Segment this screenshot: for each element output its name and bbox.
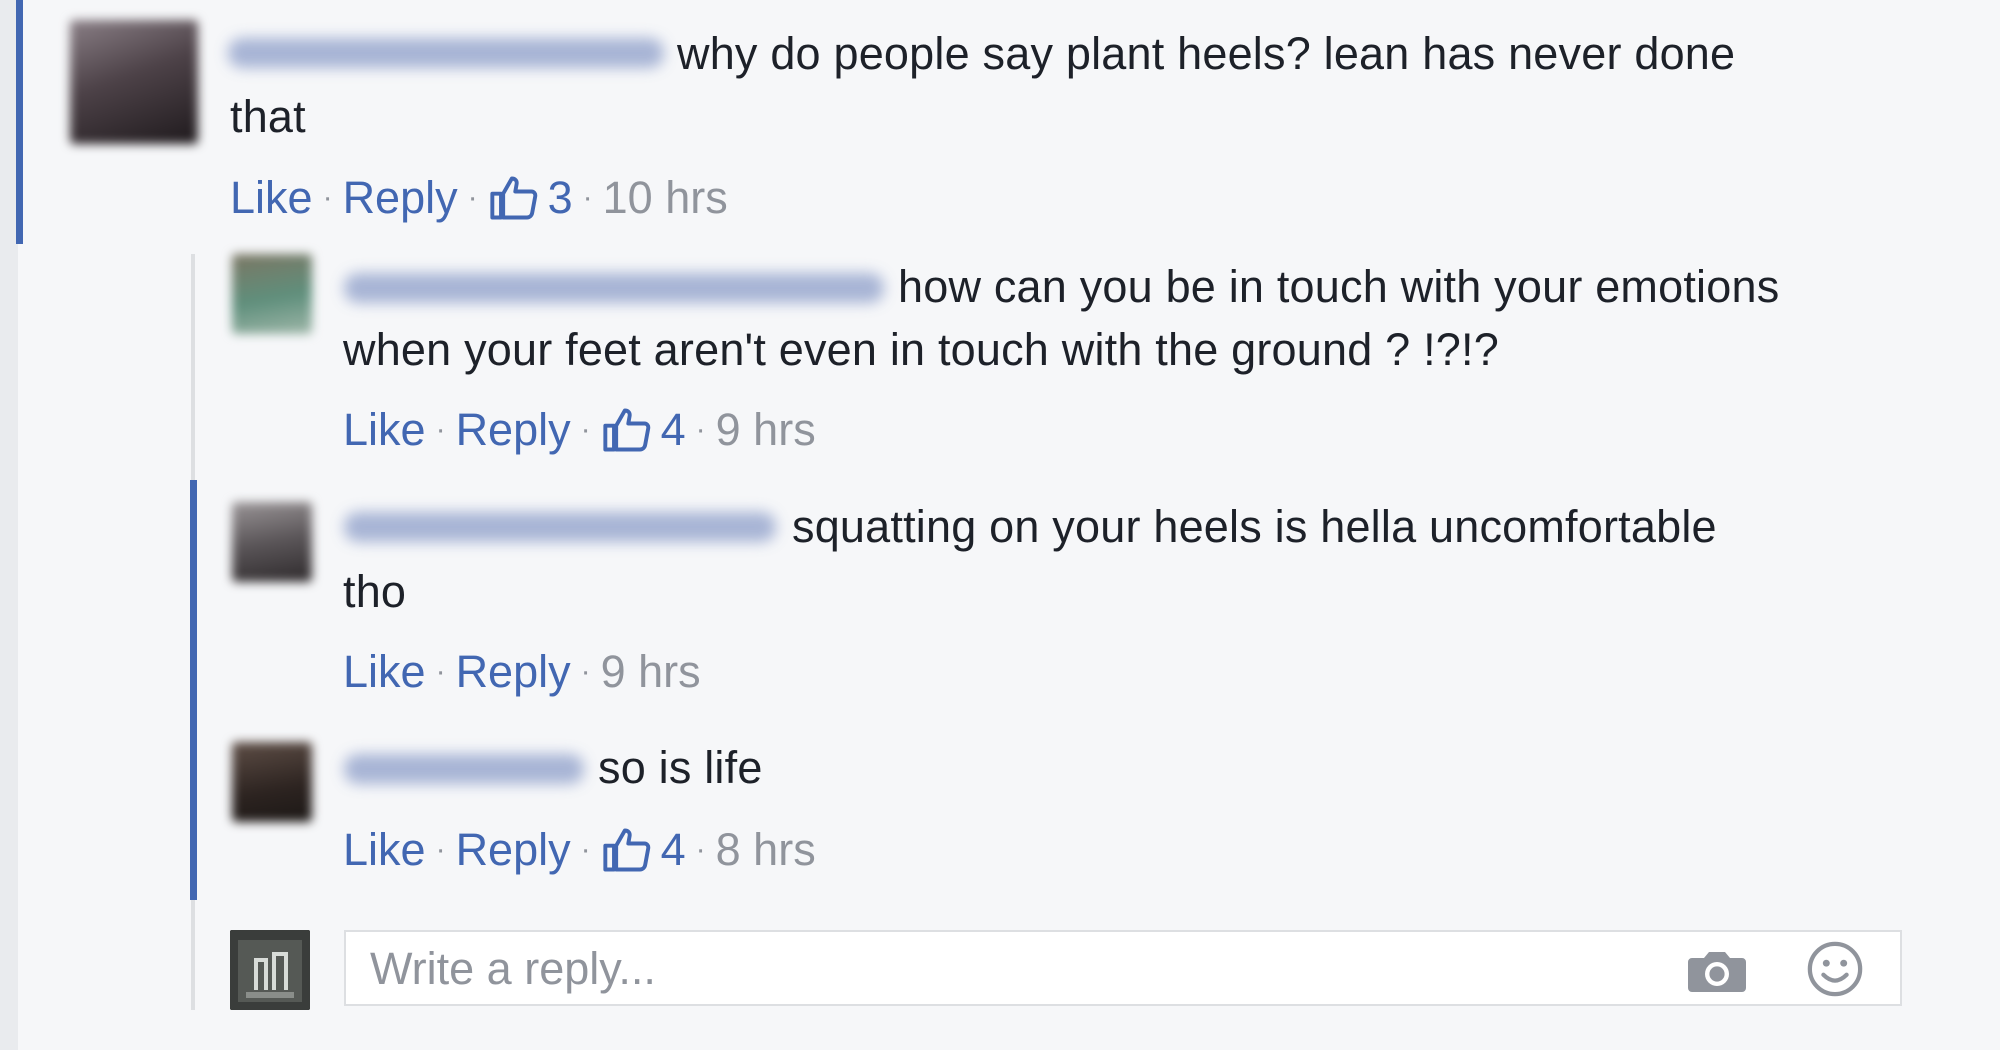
timestamp[interactable]: 8 hrs <box>716 822 816 878</box>
avatar[interactable] <box>70 20 198 144</box>
reply-button[interactable]: Reply <box>456 822 571 878</box>
comment-text: how can you be in touch with your emotio… <box>898 261 1780 312</box>
reply-button[interactable]: Reply <box>343 170 458 226</box>
current-user-avatar <box>230 930 310 1010</box>
thumbs-up-icon <box>490 176 537 220</box>
author-name[interactable] <box>344 512 776 542</box>
like-count[interactable]: 4 <box>601 822 686 878</box>
like-count-value: 4 <box>660 404 686 455</box>
comment-text-continued: tho <box>343 566 407 617</box>
avatar[interactable] <box>232 742 312 822</box>
like-count-value: 4 <box>660 824 686 875</box>
like-button[interactable]: Like <box>343 644 426 700</box>
reply-composer[interactable] <box>344 930 1902 1006</box>
separator: · <box>580 413 591 446</box>
avatar[interactable] <box>232 254 312 334</box>
comment-actions: Like · Reply · 4 · 9 hrs <box>343 402 816 458</box>
like-button[interactable]: Like <box>343 822 426 878</box>
separator: · <box>322 181 333 214</box>
comment-text: so is life <box>598 742 763 793</box>
author-name[interactable] <box>228 38 664 68</box>
comment-actions: Like · Reply · 9 hrs <box>343 644 701 700</box>
separator: · <box>435 655 446 688</box>
like-button[interactable]: Like <box>343 402 426 458</box>
avatar-image <box>230 930 310 1010</box>
thumbs-up-icon <box>603 408 650 452</box>
comment-actions: Like · Reply · 3 · 10 hrs <box>230 170 728 226</box>
emoji-icon[interactable] <box>1806 940 1864 998</box>
comment-actions: Like · Reply · 4 · 8 hrs <box>343 822 816 878</box>
separator: · <box>580 833 591 866</box>
separator: · <box>582 181 593 214</box>
separator: · <box>467 181 478 214</box>
timestamp[interactable]: 9 hrs <box>716 402 816 458</box>
reply-input[interactable] <box>368 932 1672 1006</box>
comment-text-continued: when your feet aren't even in touch with… <box>343 324 1499 375</box>
separator: · <box>695 833 706 866</box>
timestamp[interactable]: 10 hrs <box>603 170 728 226</box>
separator: · <box>580 655 591 688</box>
like-count-value: 3 <box>547 172 573 223</box>
timestamp[interactable]: 9 hrs <box>601 644 701 700</box>
comment-text-continued: that <box>230 91 306 142</box>
comment-thread: why do people say plant heels? lean has … <box>0 0 2000 1050</box>
reply-button[interactable]: Reply <box>456 402 571 458</box>
active-thread-indicator <box>16 0 23 244</box>
separator: · <box>695 413 706 446</box>
like-count[interactable]: 4 <box>601 402 686 458</box>
like-count[interactable]: 3 <box>488 170 573 226</box>
active-reply-indicator <box>190 480 197 900</box>
separator: · <box>435 833 446 866</box>
author-name[interactable] <box>344 273 884 303</box>
comment-text: why do people say plant heels? lean has … <box>677 28 1736 79</box>
thumbs-up-icon <box>603 828 650 872</box>
reply-button[interactable]: Reply <box>456 644 571 700</box>
like-button[interactable]: Like <box>230 170 313 226</box>
camera-icon[interactable] <box>1686 946 1748 994</box>
comment-text: squatting on your heels is hella uncomfo… <box>792 501 1717 552</box>
avatar[interactable] <box>232 502 312 582</box>
separator: · <box>435 413 446 446</box>
author-name[interactable] <box>344 754 584 784</box>
